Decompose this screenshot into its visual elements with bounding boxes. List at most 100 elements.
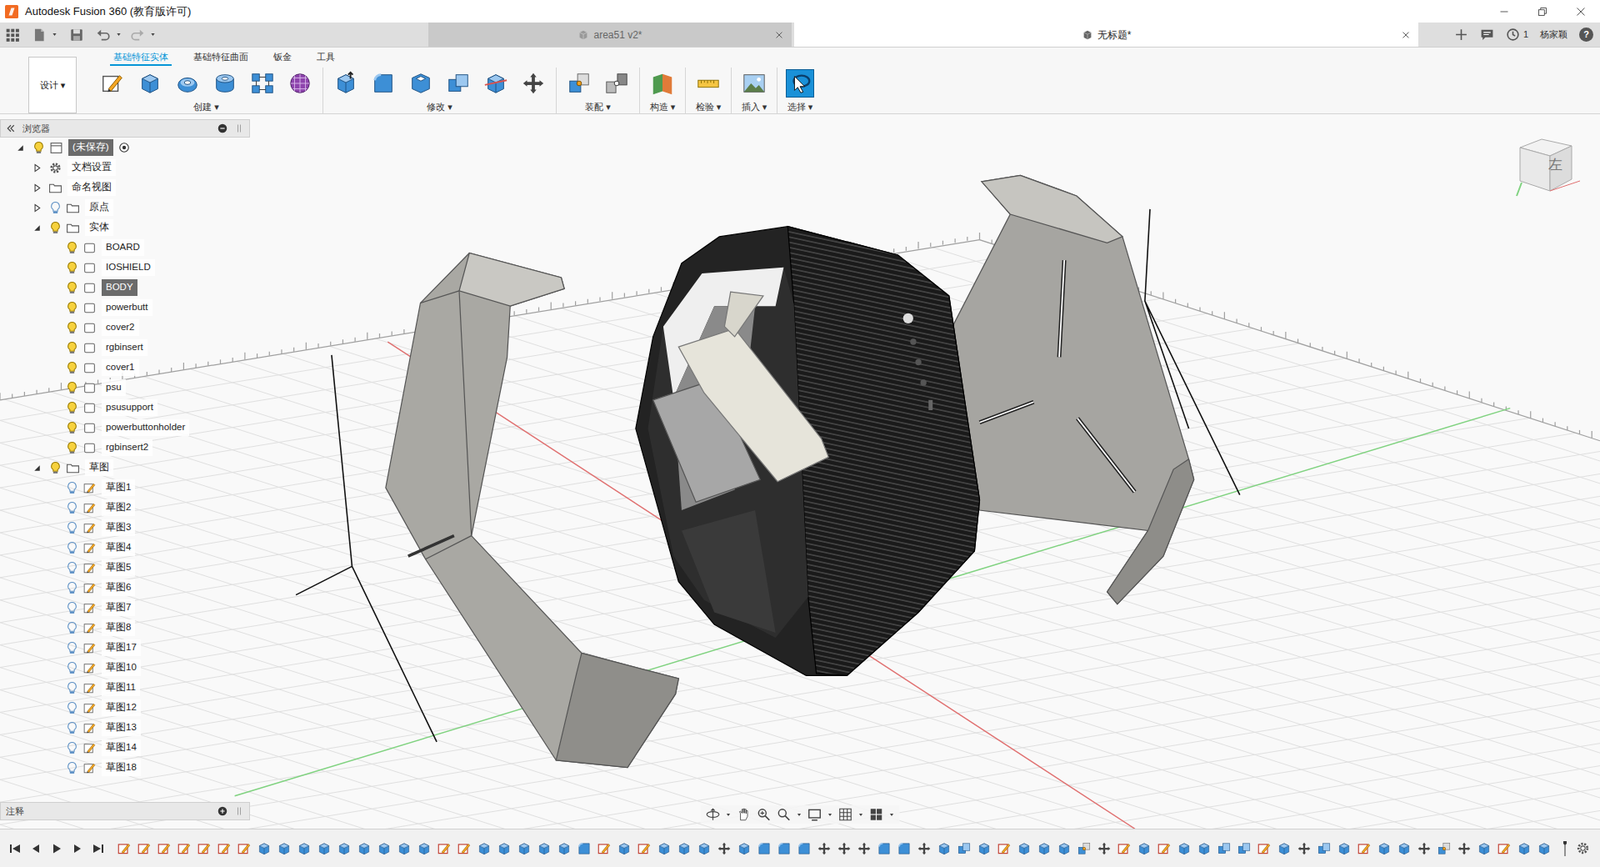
plane-tool-button[interactable] [648, 69, 677, 98]
grid-settings-icon[interactable] [838, 806, 854, 822]
dropdown-caret-icon[interactable] [51, 31, 58, 38]
user-name[interactable]: 杨家颖 [1540, 27, 1568, 42]
form-tool-button[interactable] [285, 69, 315, 98]
ribbon-group-label[interactable]: 检验 ▾ [695, 100, 722, 115]
move-tool-button[interactable] [519, 69, 548, 98]
orbit-icon[interactable] [705, 806, 721, 822]
extrude-feature-icon[interactable] [256, 840, 272, 856]
new-tab-plus-icon[interactable] [1454, 27, 1469, 42]
browser-node[interactable]: 草图 [0, 457, 250, 478]
extrude-feature-icon[interactable] [1016, 840, 1032, 856]
sketch-feature-icon[interactable] [456, 840, 472, 856]
extrude-feature-icon[interactable] [496, 840, 512, 856]
display-settings-icon[interactable] [807, 806, 823, 822]
fillet-feature-icon[interactable] [896, 840, 912, 856]
body-item[interactable]: IOSHIELD [0, 257, 250, 278]
restore-button[interactable] [1523, 0, 1562, 23]
browser-node[interactable]: (未保存) [0, 137, 250, 158]
presspull-tool-button[interactable] [331, 69, 360, 98]
visibility-bulb-icon[interactable] [65, 580, 80, 595]
sketch-feature-icon[interactable] [156, 840, 172, 856]
browser-node-label[interactable]: 原点 [85, 199, 114, 215]
fillet-feature-icon[interactable] [796, 840, 812, 856]
document-tab-label[interactable]: 无标题* [1097, 27, 1132, 43]
browser-node-label[interactable]: 草图10 [101, 659, 141, 675]
dropdown-caret-icon[interactable] [889, 811, 895, 818]
visibility-bulb-icon[interactable] [48, 460, 63, 475]
viewport[interactable]: 浏览器(未保存)文档设置命名视图原点实体BOARDIOSHIELDBODYpow… [0, 114, 1600, 829]
move-feature-icon[interactable] [816, 840, 832, 856]
visibility-bulb-icon[interactable] [65, 700, 80, 715]
extrude-feature-icon[interactable] [476, 840, 492, 856]
browser-node-label[interactable]: 草图2 [101, 499, 135, 515]
extrude-feature-icon[interactable] [1196, 840, 1212, 856]
body-item[interactable]: cover1 [0, 357, 250, 378]
browser-node-label[interactable]: psu [101, 379, 126, 395]
browser-node[interactable]: 原点 [0, 197, 250, 218]
visibility-bulb-icon[interactable] [65, 760, 80, 775]
timeline-marker-icon[interactable] [1562, 839, 1568, 858]
browser-node-label[interactable]: BODY [101, 279, 138, 295]
ribbon-group-label[interactable]: 插入 ▾ [741, 100, 768, 115]
step-forward-icon[interactable] [70, 841, 85, 855]
move-feature-icon[interactable] [716, 840, 732, 856]
visibility-bulb-icon[interactable] [65, 740, 80, 755]
sketch-feature-icon[interactable] [596, 840, 612, 856]
ribbon-tab[interactable]: 工具 [313, 49, 339, 67]
close-window-button[interactable] [1561, 0, 1600, 23]
visibility-bulb-icon[interactable] [65, 640, 80, 655]
extrude-feature-icon[interactable] [316, 840, 332, 856]
extrude-feature-icon[interactable] [1536, 840, 1552, 856]
body-item[interactable]: BOARD [0, 237, 250, 258]
body-item[interactable]: rgbinsert2 [0, 437, 250, 458]
split-tool-button[interactable] [481, 69, 510, 98]
extrude-feature-icon[interactable] [416, 840, 432, 856]
sketch-feature-icon[interactable] [1116, 840, 1132, 856]
close-tab-icon[interactable] [775, 30, 784, 40]
shell-tool-button[interactable] [406, 69, 435, 98]
extrude-feature-icon[interactable] [976, 840, 992, 856]
panel-grip-icon[interactable] [234, 123, 245, 134]
extrude-feature-icon[interactable] [1476, 840, 1492, 856]
sketch-feature-icon[interactable] [1496, 840, 1512, 856]
browser-node-label[interactable]: 草图7 [101, 599, 135, 615]
extrude-feature-icon[interactable] [936, 840, 952, 856]
collapsed-arrow-icon[interactable] [31, 202, 43, 214]
sketch-feature-icon[interactable] [116, 840, 132, 856]
activate-component-icon[interactable] [118, 141, 130, 154]
move-feature-icon[interactable] [836, 840, 852, 856]
document-tab-label[interactable]: area51 v2* [593, 27, 642, 43]
move-feature-icon[interactable] [1456, 840, 1472, 856]
case-body[interactable] [635, 226, 980, 676]
file-icon[interactable] [31, 27, 47, 43]
sketch-item[interactable]: 草图14 [0, 737, 250, 758]
browser-node-label[interactable]: 草图12 [101, 699, 141, 715]
visibility-bulb-icon[interactable] [65, 520, 80, 535]
body-item[interactable]: psusupport [0, 397, 250, 418]
browser-node-label[interactable]: 草图13 [101, 719, 141, 735]
sketch-feature-icon[interactable] [1356, 840, 1372, 856]
fillet-feature-icon[interactable] [756, 840, 772, 856]
fillet-feature-icon[interactable] [576, 840, 592, 856]
visibility-bulb-icon[interactable] [65, 560, 80, 575]
visibility-bulb-icon[interactable] [48, 200, 63, 215]
browser-node-label[interactable]: 命名视图 [67, 179, 116, 195]
sketch-feature-icon[interactable] [1156, 840, 1172, 856]
ribbon-tab[interactable]: 基础特征曲面 [190, 49, 252, 67]
visibility-bulb-icon[interactable] [65, 240, 80, 255]
combine-feature-icon[interactable] [956, 840, 972, 856]
close-tab-icon[interactable] [1401, 30, 1410, 40]
sketch-feature-icon[interactable] [1256, 840, 1272, 856]
extrude-feature-icon[interactable] [696, 840, 712, 856]
sketch-feature-icon[interactable] [176, 840, 192, 856]
ribbon-tab[interactable]: 钣金 [270, 49, 295, 67]
play-icon[interactable] [50, 841, 64, 855]
expanded-arrow-icon[interactable] [31, 222, 43, 234]
collapsed-arrow-icon[interactable] [31, 162, 43, 174]
sketch-item[interactable]: 草图12 [0, 697, 250, 718]
visibility-bulb-icon[interactable] [48, 220, 63, 235]
browser-node-label[interactable]: rgbinsert [101, 339, 148, 355]
sketch-item[interactable]: 草图18 [0, 757, 250, 778]
body-item[interactable]: rgbinsert [0, 337, 250, 358]
browser-node-label[interactable]: 草图 [85, 459, 114, 475]
